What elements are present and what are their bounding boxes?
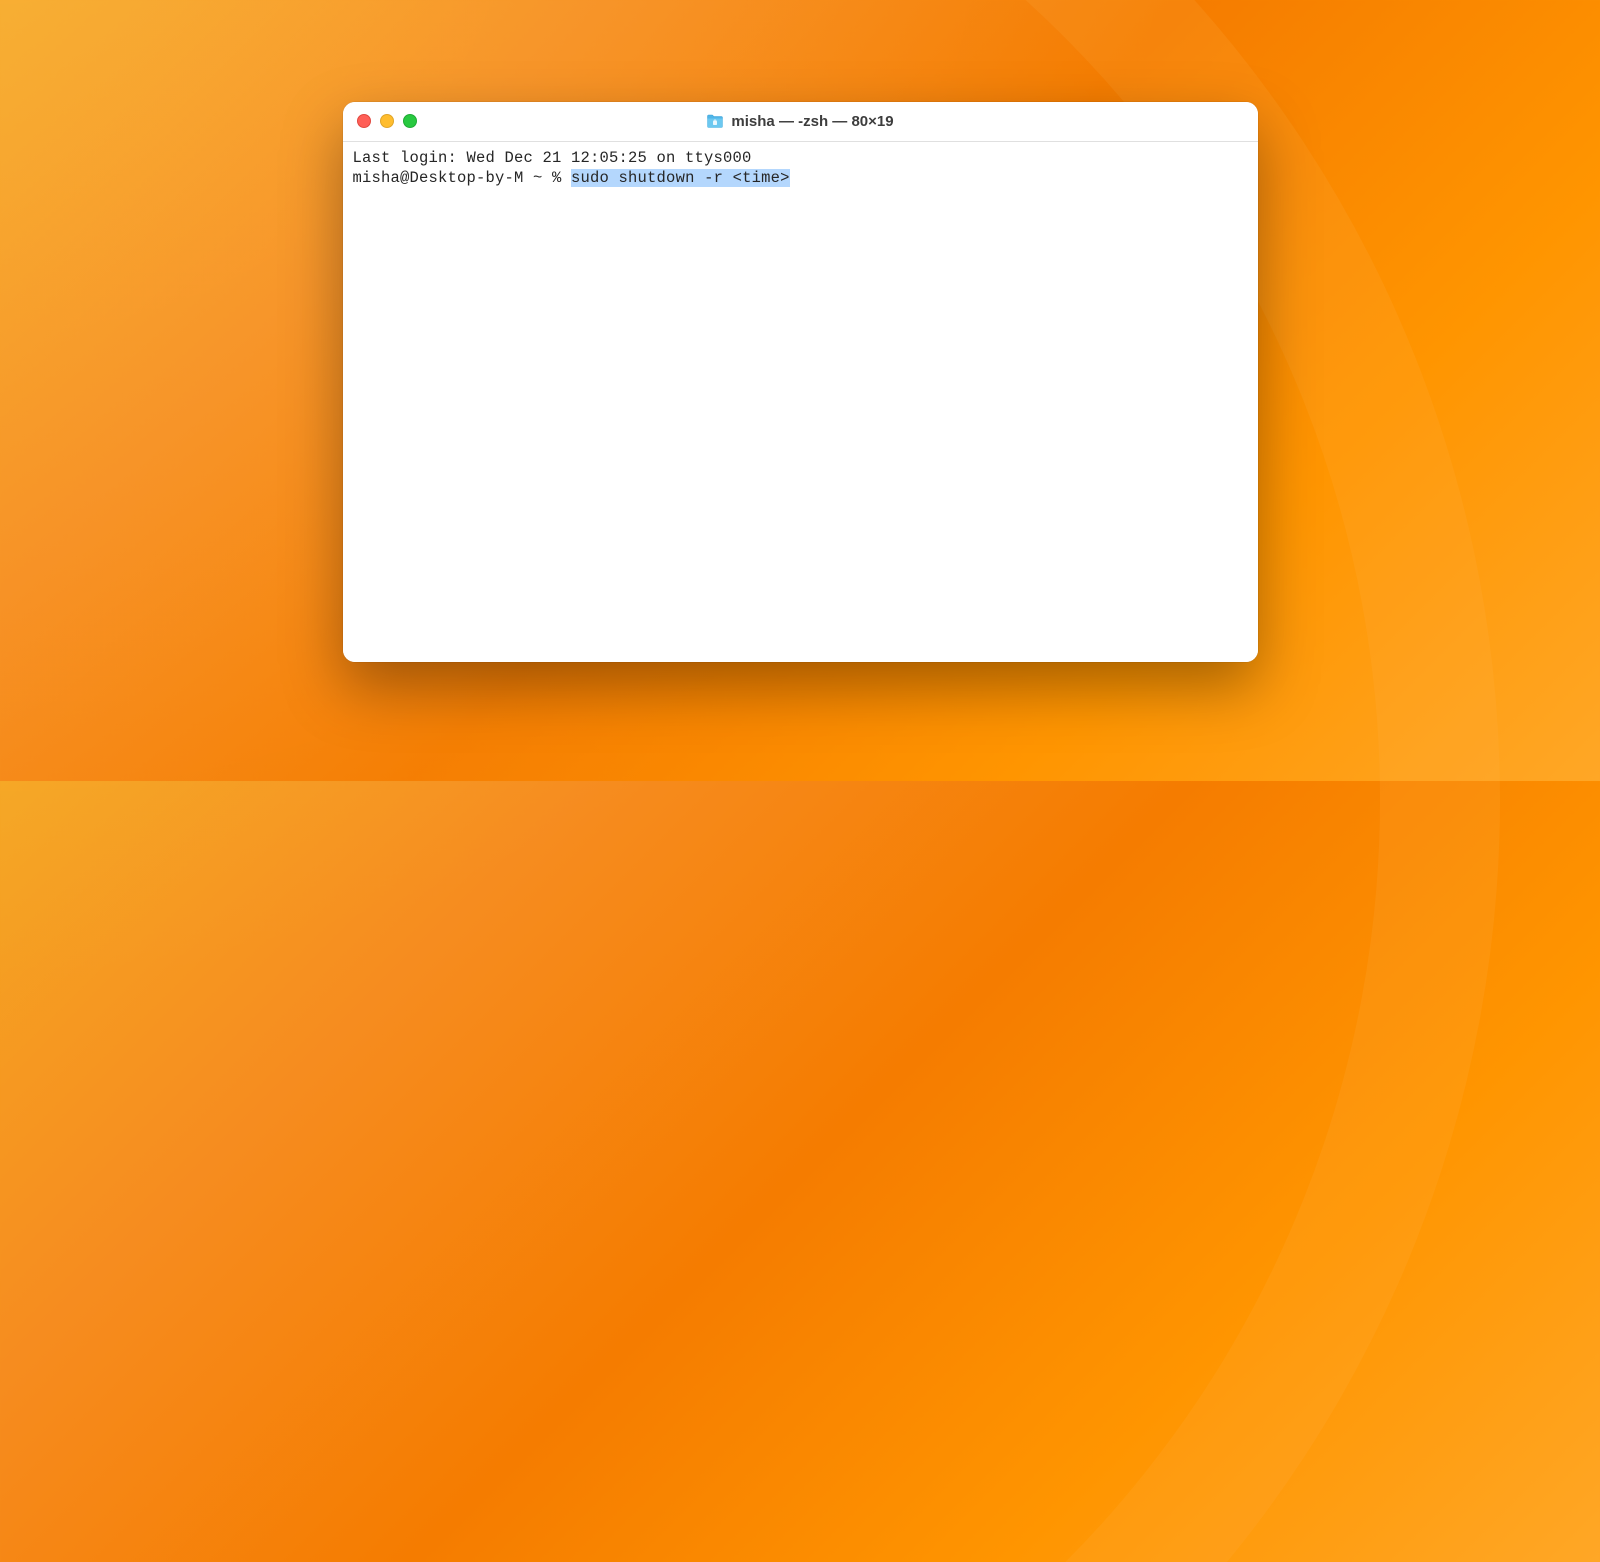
last-login-line: Last login: Wed Dec 21 12:05:25 on ttys0… <box>353 148 1248 168</box>
close-button[interactable] <box>357 114 371 128</box>
folder-icon <box>706 114 724 129</box>
prompt: misha@Desktop-by-M ~ % <box>353 169 572 187</box>
command-text[interactable]: sudo shutdown -r <time> <box>571 169 790 187</box>
window-title: misha — -zsh — 80×19 <box>731 113 893 130</box>
terminal-content[interactable]: Last login: Wed Dec 21 12:05:25 on ttys0… <box>343 142 1258 662</box>
window-titlebar[interactable]: misha — -zsh — 80×19 <box>343 102 1258 142</box>
traffic-lights <box>357 114 417 128</box>
zoom-button[interactable] <box>403 114 417 128</box>
minimize-button[interactable] <box>380 114 394 128</box>
terminal-window: misha — -zsh — 80×19 Last login: Wed Dec… <box>343 102 1258 662</box>
prompt-line: misha@Desktop-by-M ~ % sudo shutdown -r … <box>353 168 1248 188</box>
title-center: misha — -zsh — 80×19 <box>343 113 1258 130</box>
